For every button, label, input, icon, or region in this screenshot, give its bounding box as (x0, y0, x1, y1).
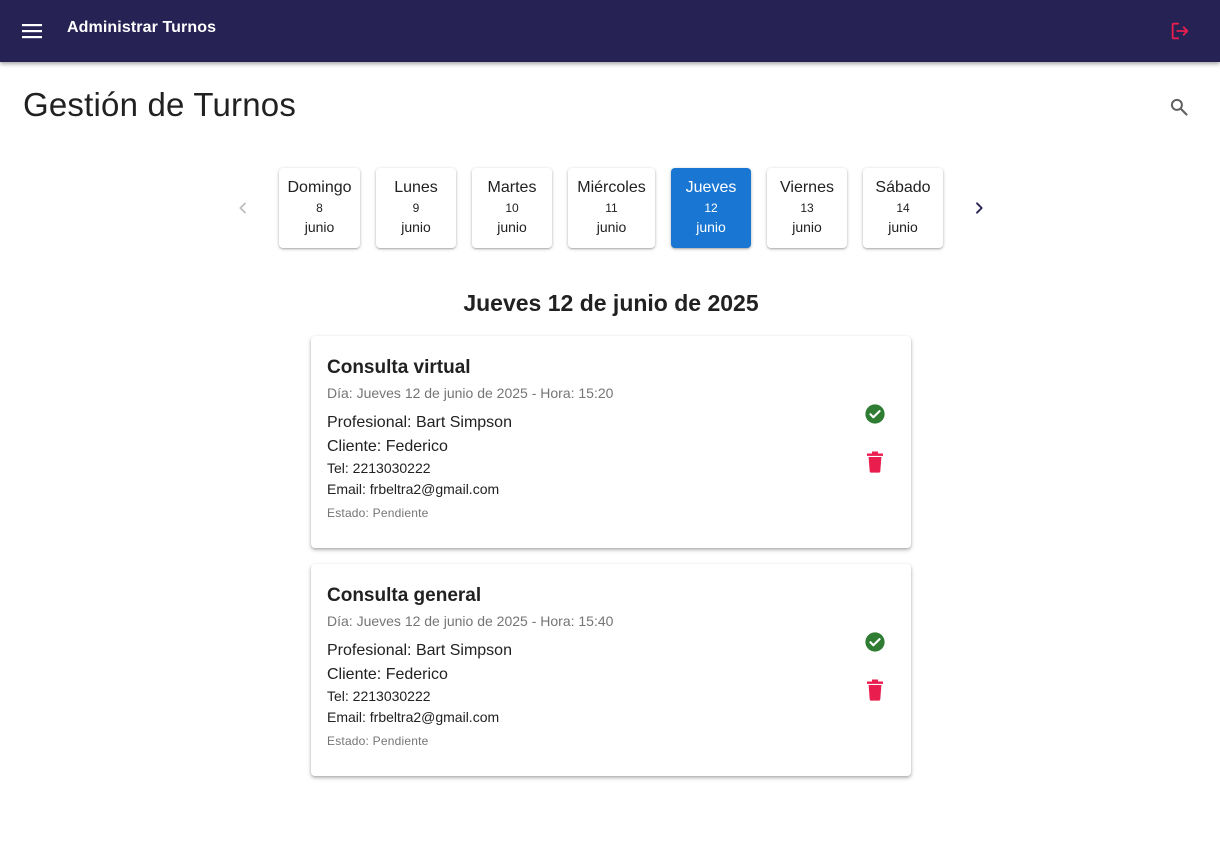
chevron-left-icon (239, 202, 246, 214)
day-name: Jueves (685, 179, 737, 196)
day-number: 13 (800, 201, 814, 215)
search-icon (1170, 98, 1188, 116)
day-number: 8 (316, 201, 323, 215)
confirm-appointment-button[interactable] (861, 628, 889, 656)
appointment-card: Consulta virtual Día: Jueves 12 de junio… (311, 336, 911, 548)
appointment-status: Estado: Pendiente (327, 506, 429, 520)
chevron-right-icon (976, 202, 983, 214)
selected-date-heading: Jueves 12 de junio de 2025 (463, 290, 759, 316)
appointment-email: Email: frbeltra2@gmail.com (327, 481, 500, 497)
day-number: 12 (704, 201, 718, 215)
prev-week-button[interactable] (231, 196, 255, 220)
appointment-title: Consulta general (327, 585, 482, 606)
day-card-lunes[interactable]: Lunes 9 junio (376, 168, 456, 248)
app-title: Administrar Turnos (67, 19, 217, 36)
day-month: junio (596, 219, 627, 235)
day-card-martes[interactable]: Martes 10 junio (472, 168, 552, 248)
appointment-datetime: Día: Jueves 12 de junio de 2025 - Hora: … (327, 613, 614, 629)
menu-button[interactable] (18, 17, 46, 45)
appointment-client: Cliente: Federico (327, 666, 448, 683)
check-circle-icon (865, 632, 885, 652)
appointment-datetime: Día: Jueves 12 de junio de 2025 - Hora: … (327, 385, 614, 401)
delete-appointment-button[interactable] (861, 448, 889, 476)
check-circle-icon (865, 404, 885, 424)
day-card-miercoles[interactable]: Miércoles 11 junio (568, 168, 655, 248)
trash-icon (867, 451, 883, 473)
day-number: 9 (412, 201, 420, 215)
day-month: junio (696, 219, 726, 235)
appointment-professional: Profesional: Bart Simpson (327, 642, 512, 659)
day-month: junio (888, 219, 918, 235)
appointment-client: Cliente: Federico (327, 438, 448, 455)
logout-icon (1171, 22, 1189, 40)
day-name: Sábado (875, 179, 931, 196)
day-name: Domingo (287, 179, 352, 196)
logout-button[interactable] (1166, 17, 1194, 45)
menu-icon (22, 24, 42, 39)
page-title: Gestión de Turnos (23, 86, 297, 123)
day-name: Viernes (780, 179, 834, 196)
next-week-button[interactable] (967, 196, 991, 220)
day-number: 11 (605, 201, 618, 215)
appointment-card: Consulta general Día: Jueves 12 de junio… (311, 564, 911, 776)
appointment-status: Estado: Pendiente (327, 734, 429, 748)
appointment-phone: Tel: 2213030222 (327, 688, 431, 704)
day-month: junio (792, 219, 822, 235)
day-month: junio (401, 219, 431, 235)
day-month: junio (497, 219, 527, 235)
day-card-domingo[interactable]: Domingo 8 junio (279, 168, 360, 248)
appointment-email: Email: frbeltra2@gmail.com (327, 709, 500, 725)
day-card-sabado[interactable]: Sábado 14 junio (863, 168, 943, 248)
delete-appointment-button[interactable] (861, 676, 889, 704)
trash-icon (867, 679, 883, 701)
search-button[interactable] (1166, 94, 1192, 120)
appointment-title: Consulta virtual (327, 357, 471, 378)
confirm-appointment-button[interactable] (861, 400, 889, 428)
app-bar: Administrar Turnos (0, 0, 1220, 62)
appointment-professional: Profesional: Bart Simpson (327, 414, 512, 431)
day-card-jueves[interactable]: Jueves 12 junio (671, 168, 751, 248)
day-month: junio (304, 219, 335, 235)
day-card-viernes[interactable]: Viernes 13 junio (767, 168, 847, 248)
day-name: Martes (487, 179, 537, 196)
day-name: Lunes (394, 179, 438, 196)
appointment-phone: Tel: 2213030222 (327, 460, 431, 476)
day-number: 10 (505, 201, 519, 215)
day-number: 14 (896, 201, 910, 215)
day-name: Miércoles (577, 179, 646, 196)
